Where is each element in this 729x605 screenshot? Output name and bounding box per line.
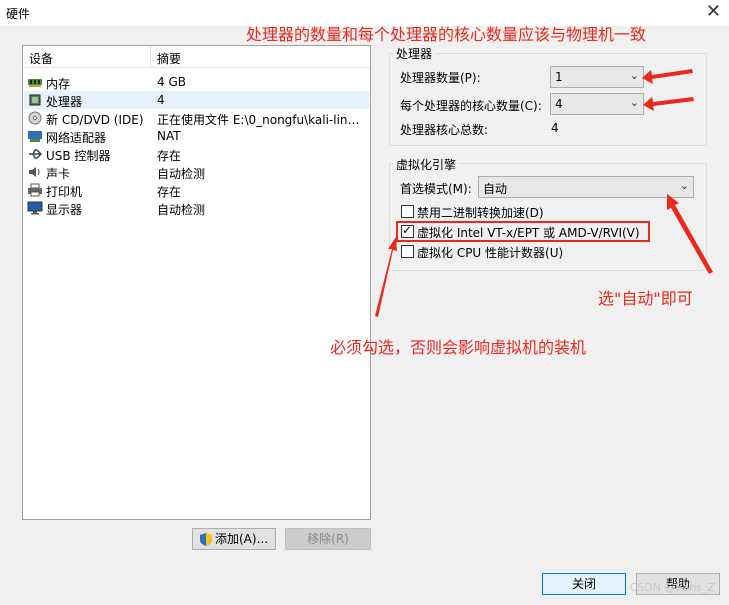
watermark: CSDN @Sans_Z [629, 581, 715, 594]
close-button[interactable]: 关闭 [542, 573, 626, 595]
annotation-arrows [375, 69, 713, 317]
arrow-icon [643, 97, 694, 111]
arrow-icon [375, 237, 397, 317]
arrow-icon [642, 69, 693, 84]
arrow-icon [667, 194, 713, 274]
